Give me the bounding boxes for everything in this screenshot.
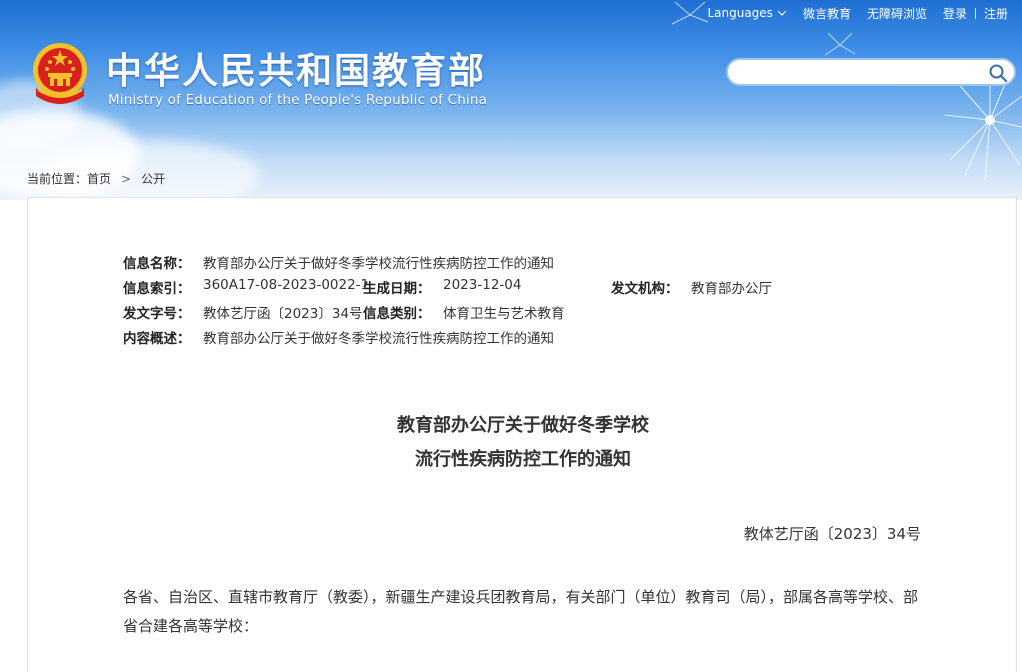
login-link[interactable]: 登录 — [935, 5, 975, 22]
register-link[interactable]: 注册 — [976, 5, 1016, 22]
site-title-cn[interactable]: 中华人民共和国教育部 — [106, 42, 486, 94]
search-icon[interactable] — [988, 63, 1008, 83]
chevron-down-icon — [777, 10, 787, 16]
dandelion-decoration — [824, 32, 856, 56]
info-index-label: 信息索引： — [123, 281, 191, 297]
summary-label: 内容概述： — [123, 331, 191, 347]
doc-number-label: 发文字号： — [123, 306, 191, 322]
weibo-link[interactable]: 微言教育 — [795, 5, 859, 22]
top-nav: Languages 微言教育 无障碍浏览 登录 注册 — [699, 4, 1016, 22]
info-index-value: 360A17-08-2023-0022-1 — [203, 277, 370, 293]
breadcrumb-prefix: 当前位置： — [27, 172, 88, 186]
search-input[interactable] — [740, 62, 980, 82]
document-body-paragraph: 各省、自治区、直辖市教育厅（教委），新疆生产建设兵团教育局，有关部门（单位）教育… — [123, 588, 919, 635]
org-value: 教育部办公厅 — [691, 281, 772, 297]
national-emblem-icon[interactable] — [28, 40, 92, 110]
languages-menu[interactable]: Languages — [699, 6, 794, 20]
org-label: 发文机构： — [611, 281, 679, 297]
category-value: 体育卫生与艺术教育 — [443, 306, 565, 322]
chevron-right-icon: > — [121, 171, 132, 186]
site-title-en[interactable]: Ministry of Education of the People's Re… — [108, 92, 487, 108]
document-title: 教育部办公厅关于做好冬季学校 流行性疾病防控工作的通知 — [28, 409, 1018, 477]
summary-value: 教育部办公厅关于做好冬季学校流行性疾病防控工作的通知 — [203, 331, 554, 347]
category-label: 信息类别： — [363, 306, 431, 322]
doc-number-value: 教体艺厅函〔2023〕34号 — [203, 306, 363, 322]
document-title-line1: 教育部办公厅关于做好冬季学校 — [397, 415, 649, 436]
search-box — [726, 58, 1016, 86]
date-value: 2023-12-04 — [443, 277, 522, 293]
document-number: 教体艺厅函〔2023〕34号 — [743, 525, 921, 543]
breadcrumb-current[interactable]: 公开 — [141, 170, 165, 187]
info-name-label: 信息名称： — [123, 256, 191, 272]
info-name-value: 教育部办公厅关于做好冬季学校流行性疾病防控工作的通知 — [203, 256, 554, 272]
date-label: 生成日期： — [363, 281, 431, 297]
accessible-browsing-link[interactable]: 无障碍浏览 — [859, 5, 935, 22]
breadcrumb-home-link[interactable]: 首页 — [87, 170, 111, 187]
languages-label: Languages — [707, 6, 773, 20]
breadcrumb: 当前位置： 首页 > 公开 — [27, 170, 165, 187]
content-panel: 信息名称： 教育部办公厅关于做好冬季学校流行性疾病防控工作的通知 信息索引： 3… — [27, 197, 1017, 672]
document-title-line2: 流行性疾病防控工作的通知 — [415, 449, 631, 470]
